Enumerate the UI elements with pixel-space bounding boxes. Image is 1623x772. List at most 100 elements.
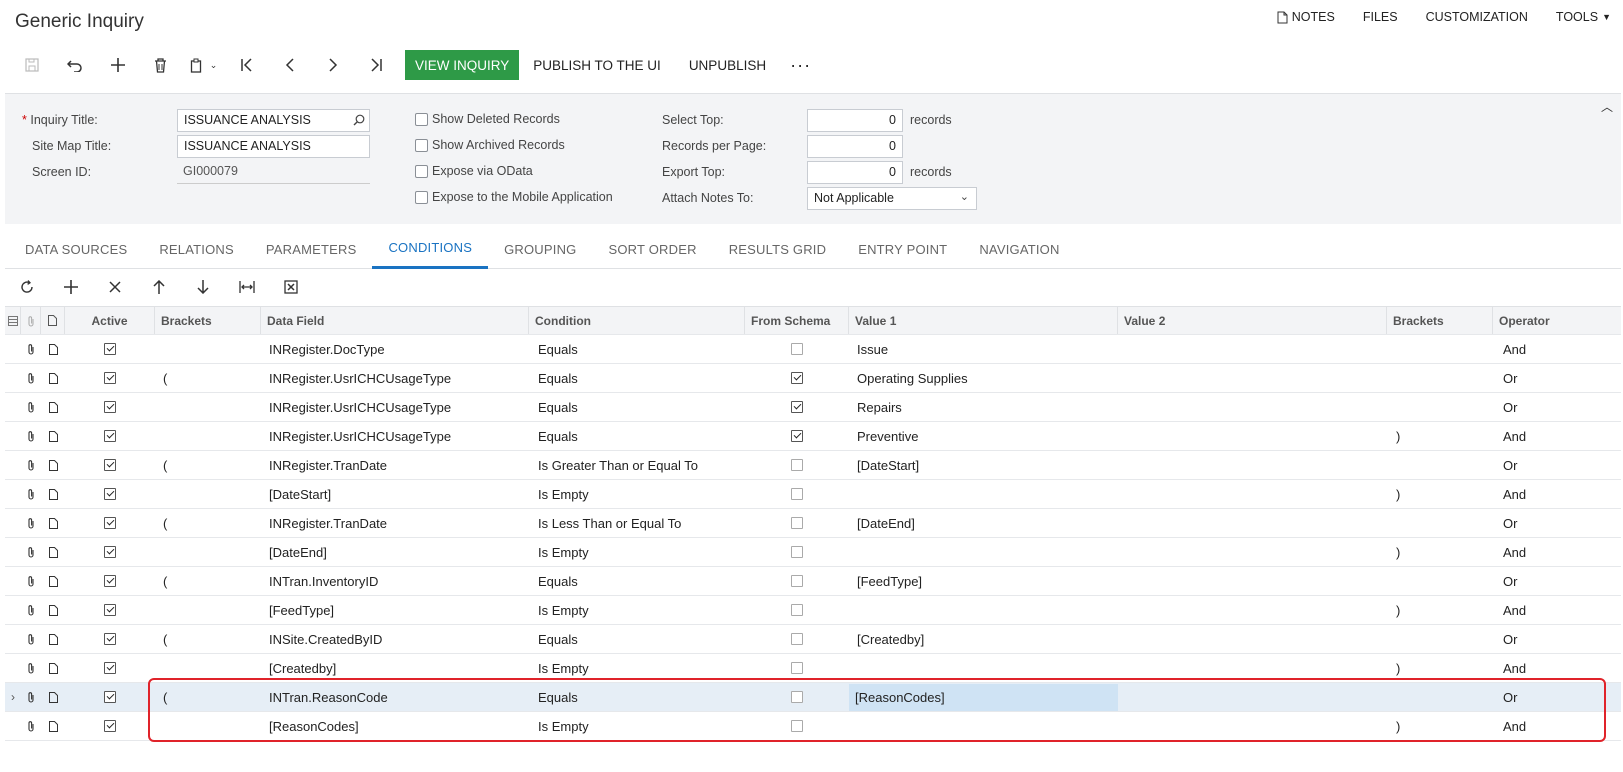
row-selector[interactable] [5, 364, 21, 392]
row-attachment-cell[interactable] [21, 567, 41, 595]
note-icon[interactable] [48, 720, 58, 732]
table-row[interactable]: [FeedType] Is Empty) And [5, 596, 1621, 625]
brackets-close-cell[interactable] [1387, 393, 1493, 421]
brackets-open-cell[interactable] [155, 538, 261, 566]
note-icon[interactable] [48, 488, 58, 500]
paperclip-icon[interactable] [27, 459, 35, 471]
data-field-cell[interactable]: INRegister.UsrICHCUsageType [261, 364, 529, 392]
attach-notes-select[interactable]: Not Applicable ⌄ [807, 187, 977, 210]
brackets-open-cell[interactable]: ( [155, 364, 261, 392]
tab-results-grid[interactable]: RESULTS GRID [713, 229, 843, 269]
value2-cell[interactable] [1118, 335, 1387, 363]
note-icon[interactable] [48, 459, 58, 471]
brackets-open-cell[interactable] [155, 393, 261, 421]
last-record-button[interactable] [354, 50, 397, 80]
active-checkbox[interactable] [65, 712, 155, 740]
note-icon[interactable] [48, 343, 58, 355]
table-row[interactable]: INRegister.DocType Equals Issue And [5, 335, 1621, 364]
row-selector[interactable] [5, 335, 21, 363]
value2-cell[interactable] [1118, 422, 1387, 450]
data-field-cell[interactable]: [DateStart] [261, 480, 529, 508]
brackets-close-cell[interactable]: ) [1387, 712, 1493, 740]
paperclip-icon[interactable] [27, 343, 35, 355]
table-row[interactable]: [Createdby] Is Empty) And [5, 654, 1621, 683]
tools-menu[interactable]: TOOLS ▼ [1556, 10, 1611, 24]
unpublish-button[interactable]: UNPUBLISH [675, 50, 780, 80]
paperclip-icon[interactable] [27, 633, 35, 645]
active-checkbox[interactable] [65, 393, 155, 421]
row-note-cell[interactable] [41, 480, 65, 508]
value2-cell[interactable] [1118, 364, 1387, 392]
brackets-close-cell[interactable] [1387, 625, 1493, 653]
from-schema-checkbox[interactable] [745, 683, 849, 711]
brackets-open-cell[interactable]: ( [155, 567, 261, 595]
brackets-open-cell[interactable]: ( [155, 625, 261, 653]
note-icon[interactable] [48, 401, 58, 413]
save-button[interactable] [10, 50, 53, 80]
value2-cell[interactable] [1118, 451, 1387, 479]
value1-cell[interactable]: [DateEnd] [849, 509, 1118, 537]
note-icon[interactable] [48, 604, 58, 616]
row-attachment-cell[interactable] [21, 335, 41, 363]
add-row-button[interactable] [49, 272, 93, 302]
condition-cell[interactable]: Is Empty [529, 596, 745, 624]
row-attachment-cell[interactable] [21, 596, 41, 624]
add-button[interactable] [96, 50, 139, 80]
operator-cell[interactable]: And [1493, 654, 1617, 682]
data-field-cell[interactable]: INTran.InventoryID [261, 567, 529, 595]
from-schema-checkbox[interactable] [745, 625, 849, 653]
delete-button[interactable] [139, 50, 182, 80]
row-selector[interactable] [5, 393, 21, 421]
more-actions-button[interactable]: ··· [780, 50, 821, 80]
show-deleted-checkbox[interactable]: Show Deleted Records [415, 112, 560, 126]
table-row[interactable]: [ReasonCodes] Is Empty) And [5, 712, 1621, 741]
row-attachment-cell[interactable] [21, 683, 41, 711]
operator-cell[interactable]: Or [1493, 683, 1617, 711]
data-field-cell[interactable]: [DateEnd] [261, 538, 529, 566]
paperclip-icon[interactable] [27, 488, 35, 500]
paperclip-icon[interactable] [27, 401, 35, 413]
operator-cell[interactable]: Or [1493, 567, 1617, 595]
search-icon[interactable] [353, 114, 365, 126]
value1-cell[interactable]: [FeedType] [849, 567, 1118, 595]
brackets-close-cell[interactable] [1387, 683, 1493, 711]
undo-button[interactable] [53, 50, 96, 80]
from-schema-checkbox[interactable] [745, 538, 849, 566]
value1-cell[interactable]: Repairs [849, 393, 1118, 421]
operator-cell[interactable]: Or [1493, 509, 1617, 537]
tab-relations[interactable]: RELATIONS [143, 229, 250, 269]
row-note-cell[interactable] [41, 654, 65, 682]
brackets-open-cell[interactable] [155, 712, 261, 740]
operator-cell[interactable]: And [1493, 596, 1617, 624]
next-record-button[interactable] [311, 50, 354, 80]
row-selector[interactable] [5, 480, 21, 508]
value1-cell[interactable]: Preventive [849, 422, 1118, 450]
value2-cell[interactable] [1118, 712, 1387, 740]
condition-cell[interactable]: Equals [529, 393, 745, 421]
row-note-cell[interactable] [41, 567, 65, 595]
data-field-cell[interactable]: INSite.CreatedByID [261, 625, 529, 653]
brackets-close-cell[interactable] [1387, 509, 1493, 537]
brackets-close-cell[interactable] [1387, 567, 1493, 595]
paperclip-icon[interactable] [27, 372, 35, 384]
publish-button[interactable]: PUBLISH TO THE UI [519, 50, 675, 80]
select-top-field[interactable]: 0 [807, 109, 903, 132]
active-checkbox[interactable] [65, 567, 155, 595]
value2-cell[interactable] [1118, 393, 1387, 421]
data-field-cell[interactable]: INRegister.TranDate [261, 509, 529, 537]
active-checkbox[interactable] [65, 625, 155, 653]
row-selector[interactable] [5, 625, 21, 653]
from-schema-checkbox[interactable] [745, 364, 849, 392]
tab-grouping[interactable]: GROUPING [488, 229, 592, 269]
row-note-cell[interactable] [41, 509, 65, 537]
col-active[interactable]: Active [65, 307, 155, 334]
value1-editor[interactable]: [ReasonCodes] [849, 683, 1118, 711]
brackets-close-cell[interactable]: ) [1387, 654, 1493, 682]
condition-cell[interactable]: Is Empty [529, 654, 745, 682]
active-checkbox[interactable] [65, 596, 155, 624]
operator-cell[interactable]: Or [1493, 393, 1617, 421]
from-schema-checkbox[interactable] [745, 712, 849, 740]
note-icon[interactable] [48, 517, 58, 529]
notes-link[interactable]: NOTES [1277, 10, 1335, 24]
active-checkbox[interactable] [65, 335, 155, 363]
